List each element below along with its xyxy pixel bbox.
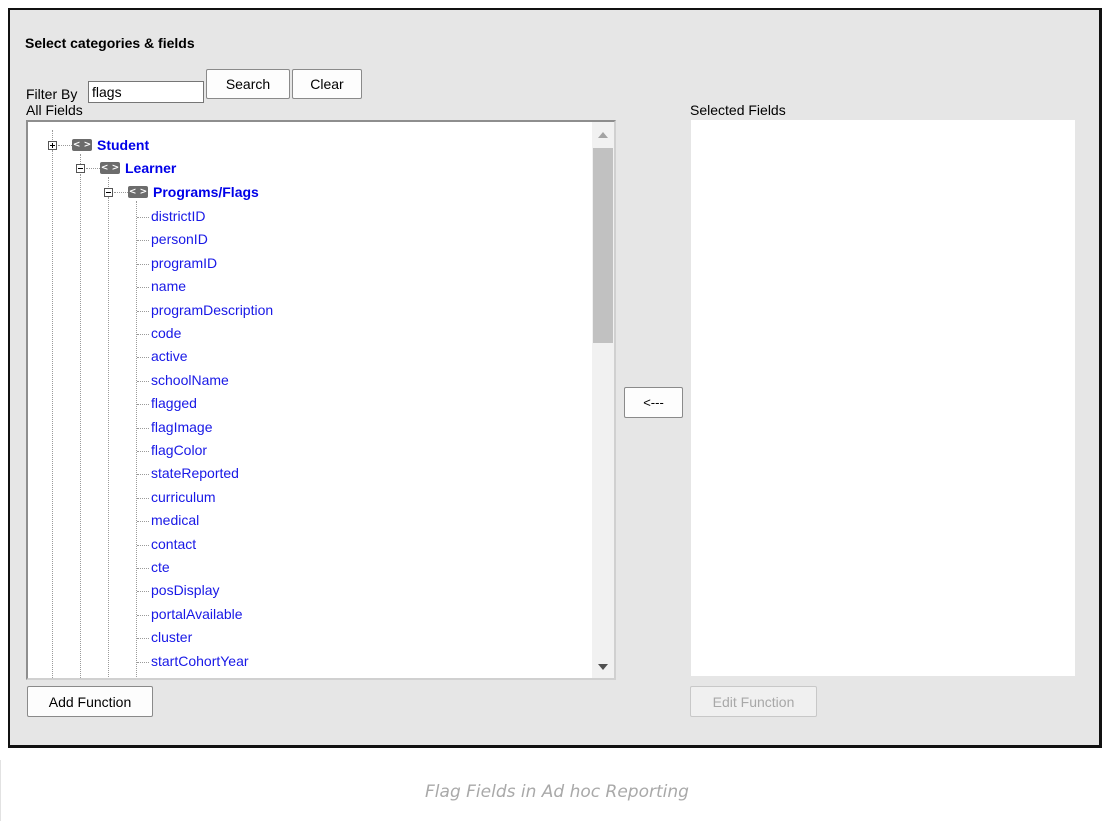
- xml-tag-icon: < >: [128, 186, 148, 198]
- tree-leaf-portalAvailable[interactable]: portalAvailable: [151, 606, 243, 622]
- tree-line: [137, 661, 149, 663]
- tree-leaf-posDisplay[interactable]: posDisplay: [151, 582, 219, 598]
- tree-leaf-active[interactable]: active: [151, 348, 188, 364]
- tree-leaf-programID[interactable]: programID: [151, 255, 217, 271]
- tree-line: [114, 192, 128, 193]
- tree-line: [52, 150, 53, 678]
- tree-line: [137, 591, 149, 593]
- xml-tag-icon: < >: [72, 139, 92, 151]
- all-fields-label: All Fields: [26, 102, 83, 118]
- tree-line: [108, 197, 109, 678]
- panel-title: Select categories & fields: [25, 35, 195, 51]
- tree-line: [137, 287, 149, 289]
- filter-label: Filter By: [26, 86, 78, 102]
- tree-line: [137, 380, 149, 382]
- plus-box-icon[interactable]: [48, 141, 57, 150]
- tree-line: [137, 217, 149, 218]
- selected-fields-list[interactable]: [691, 120, 1075, 676]
- minus-box-icon[interactable]: [76, 164, 85, 173]
- tree-leaf-cluster[interactable]: cluster: [151, 629, 192, 645]
- tree-line: [137, 614, 149, 616]
- tree-leaf-code[interactable]: code: [151, 325, 181, 341]
- tree-leaf-name[interactable]: name: [151, 278, 186, 294]
- scroll-down-arrow-icon[interactable]: [598, 664, 608, 670]
- figure-caption: Flag Fields in Ad hoc Reporting: [425, 782, 689, 802]
- tree-line: [137, 263, 149, 265]
- tree-line: [80, 174, 81, 678]
- tree-node-learner[interactable]: Learner: [125, 160, 176, 176]
- tree-line: [137, 521, 149, 523]
- tree-line: [137, 404, 149, 406]
- tree-leaf-districtID[interactable]: districtID: [151, 208, 205, 224]
- tree-leaf-flagged[interactable]: flagged: [151, 395, 197, 411]
- remove-field-button[interactable]: <---: [624, 387, 683, 418]
- tree-line: [137, 474, 149, 476]
- tree-line: [86, 168, 100, 169]
- tree-line: [137, 334, 149, 335]
- tree-leaf-startCohortYear[interactable]: startCohortYear: [151, 653, 249, 669]
- tree-line: [137, 497, 149, 499]
- tree-line: [137, 451, 149, 452]
- tree-leaf-stateReported[interactable]: stateReported: [151, 465, 239, 481]
- tree-line: [137, 310, 149, 312]
- tree-line: [137, 544, 149, 546]
- minus-box-icon[interactable]: [104, 188, 113, 197]
- tree-leaf-medical[interactable]: medical: [151, 512, 199, 528]
- selected-fields-label: Selected Fields: [690, 102, 786, 118]
- clear-button[interactable]: Clear: [292, 69, 362, 99]
- tree-line: [137, 568, 149, 569]
- search-button[interactable]: Search: [206, 69, 290, 99]
- tree-leaf-flagImage[interactable]: flagImage: [151, 419, 212, 435]
- tree-line: [137, 240, 149, 242]
- tree-leaf-schoolName[interactable]: schoolName: [151, 372, 229, 388]
- tree-leaf-curriculum[interactable]: curriculum: [151, 489, 216, 505]
- xml-tag-icon: < >: [100, 162, 120, 174]
- field-selector-panel: Select categories & fields Filter By Sea…: [8, 8, 1102, 748]
- tree-node-student[interactable]: Student: [97, 137, 149, 153]
- add-function-button[interactable]: Add Function: [27, 686, 153, 717]
- tree-line: [52, 130, 53, 140]
- tree-scrollbar[interactable]: [592, 122, 614, 678]
- tree-line: [58, 145, 72, 146]
- tree-leaf-programDescription[interactable]: programDescription: [151, 302, 273, 318]
- tree-line: [137, 638, 149, 640]
- scroll-up-arrow-icon[interactable]: [598, 132, 608, 138]
- tree-node-programs-flags[interactable]: Programs/Flags: [153, 184, 259, 200]
- tree-leaf-contact[interactable]: contact: [151, 536, 196, 552]
- tree-line: [136, 201, 137, 678]
- tree-line: [108, 177, 109, 187]
- all-fields-tree[interactable]: < > Student < > Learner < > Programs/Fla…: [26, 120, 616, 680]
- scroll-thumb[interactable]: [593, 148, 613, 343]
- edit-function-button: Edit Function: [690, 686, 817, 717]
- tree-line: [137, 357, 149, 359]
- tree-leaf-personID[interactable]: personID: [151, 231, 208, 247]
- tree-line: [80, 154, 81, 164]
- tree-leaf-flagColor[interactable]: flagColor: [151, 442, 207, 458]
- tree-leaf-cte[interactable]: cte: [151, 559, 170, 575]
- filter-input[interactable]: [88, 81, 204, 103]
- tree-line: [137, 427, 149, 429]
